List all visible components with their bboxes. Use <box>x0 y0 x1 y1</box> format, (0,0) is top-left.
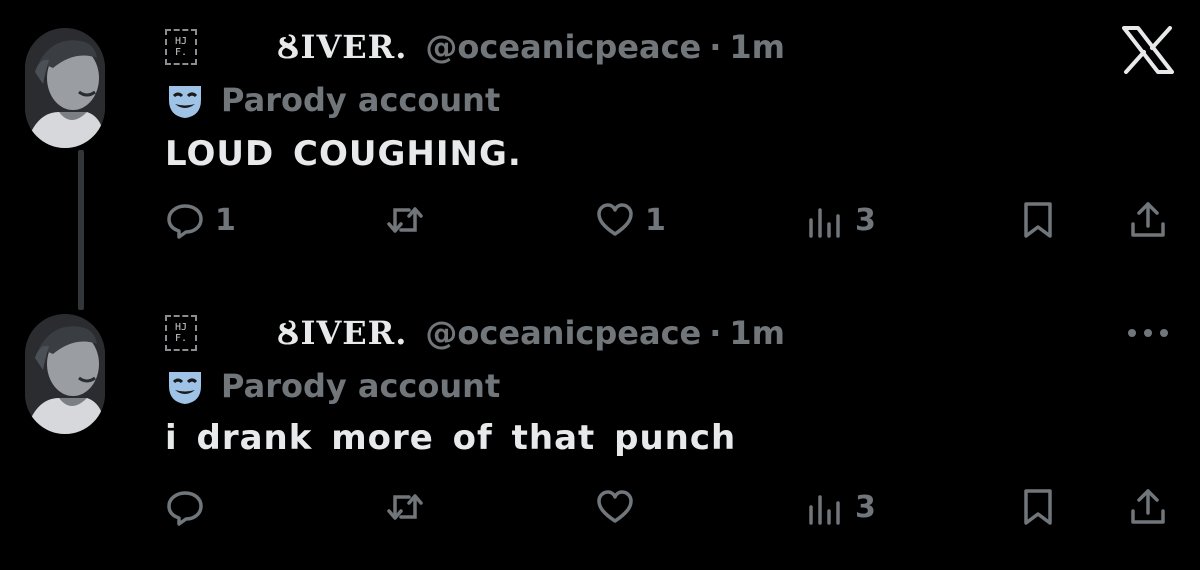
badge-line-1: HJ <box>174 322 188 333</box>
share-icon <box>1131 489 1165 524</box>
views-icon <box>809 208 840 238</box>
badge-line-2: F. <box>174 47 188 58</box>
tweet-text: LOUD COUGHING. <box>165 134 522 174</box>
action-bar: 3 <box>0 482 1200 532</box>
profile-badge: HJ F. <box>165 29 197 65</box>
bookmark-button[interactable] <box>1018 195 1058 245</box>
profile-badge: HJ F. <box>165 315 197 351</box>
avatar[interactable] <box>25 28 105 148</box>
tweet-header: HJ F. ȢIVER. @oceanicpeace · 1m <box>165 27 785 67</box>
retweet-icon <box>387 494 423 520</box>
share-icon <box>1131 202 1165 237</box>
share-button[interactable] <box>1128 482 1168 532</box>
views-button[interactable]: 3 <box>805 195 876 245</box>
tweet-2[interactable]: HJ F. ȢIVER. @oceanicpeace · 1m Parody a… <box>0 290 1200 570</box>
bookmark-icon <box>1024 489 1052 525</box>
heart-icon <box>597 203 633 236</box>
retweet-icon <box>387 207 423 233</box>
retweet-button[interactable] <box>385 195 435 245</box>
separator-dot: · <box>709 314 722 352</box>
like-button[interactable]: 1 <box>595 195 666 245</box>
view-count: 3 <box>855 489 876 525</box>
mask-icon <box>169 372 201 404</box>
more-icon[interactable] <box>1124 318 1172 348</box>
views-icon <box>809 495 840 525</box>
bookmark-button[interactable] <box>1018 482 1058 532</box>
badge-line-1: HJ <box>174 36 188 47</box>
tweet-header: HJ F. ȢIVER. @oceanicpeace · 1m <box>165 313 785 353</box>
reply-button[interactable] <box>165 482 215 532</box>
mask-icon <box>169 86 201 118</box>
user-handle[interactable]: @oceanicpeace <box>425 314 701 352</box>
retweet-button[interactable] <box>385 482 435 532</box>
reply-icon <box>167 204 203 239</box>
display-name[interactable]: ȢIVER. <box>277 314 407 352</box>
avatar[interactable] <box>25 314 105 434</box>
like-button[interactable] <box>595 482 645 532</box>
parody-label: Parody account <box>221 367 501 405</box>
parody-label: Parody account <box>221 81 501 119</box>
bookmark-icon <box>1024 202 1052 238</box>
timestamp[interactable]: 1m <box>729 28 785 66</box>
badge-line-2: F. <box>174 333 188 344</box>
reply-icon <box>167 491 203 526</box>
display-name[interactable]: ȢIVER. <box>277 28 407 66</box>
tweet-text: i drank more of that punch <box>165 418 737 458</box>
timestamp[interactable]: 1m <box>729 314 785 352</box>
like-count: 1 <box>645 202 666 238</box>
heart-icon <box>597 490 633 523</box>
user-handle[interactable]: @oceanicpeace <box>425 28 701 66</box>
parody-label-row: Parody account <box>165 366 500 406</box>
separator-dot: · <box>709 28 722 66</box>
view-count: 3 <box>855 202 876 238</box>
reply-count: 1 <box>215 202 236 238</box>
tweet-1[interactable]: HJ F. ȢIVER. @oceanicpeace · 1m Parody a… <box>0 0 1200 290</box>
views-button[interactable]: 3 <box>805 482 876 532</box>
reply-button[interactable]: 1 <box>165 195 236 245</box>
parody-label-row: Parody account <box>165 80 500 120</box>
share-button[interactable] <box>1128 195 1168 245</box>
action-bar: 1 1 3 <box>0 195 1200 245</box>
